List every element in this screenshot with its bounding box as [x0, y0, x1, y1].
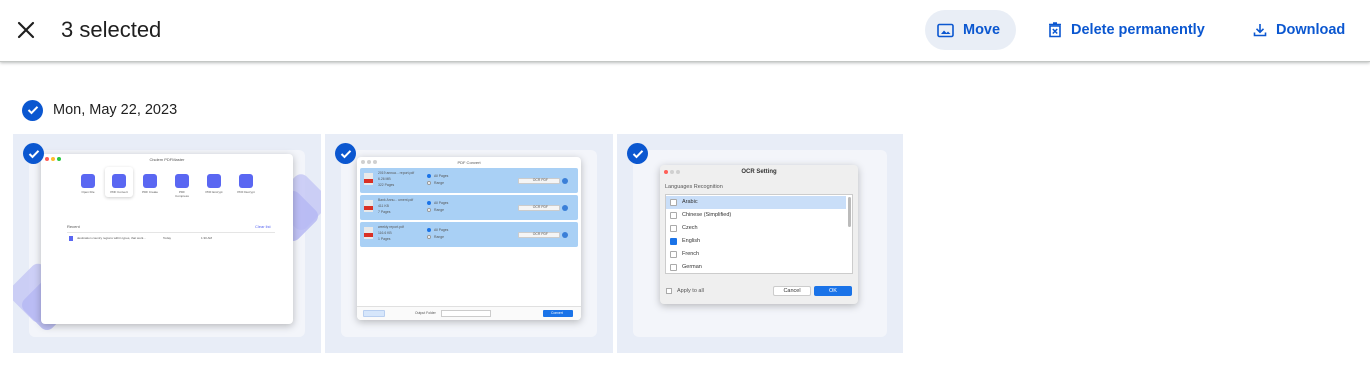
- checkmark-icon: [340, 149, 351, 158]
- thumbnail-backdrop: PDF Convert 2019 annua... report.pdf 6.2…: [341, 150, 597, 337]
- tool-label: PDF Compress: [175, 190, 189, 198]
- ok-button-label: OK: [814, 286, 852, 296]
- file-size: 411 KB: [378, 204, 389, 208]
- all-pages-label: All Pages: [434, 174, 449, 178]
- recent-date: Today: [163, 236, 172, 240]
- delete-permanently-label: Delete permanently: [1071, 22, 1205, 38]
- file-row: Bank Annu... ument.pdf 411 KB 7 Pages Al…: [360, 195, 578, 220]
- photo-thumbnail-2[interactable]: PDF Convert 2019 annua... report.pdf 6.2…: [325, 134, 613, 353]
- range-label: Range: [434, 235, 444, 239]
- file-pages: 7 Pages: [378, 210, 391, 214]
- thumbnail-backdrop: Cisdem PDFMaster Open File PDF Convert P…: [13, 150, 321, 337]
- selection-count: 3 selected: [61, 17, 162, 42]
- range-label: Range: [434, 181, 444, 185]
- download-label: Download: [1276, 22, 1346, 38]
- ocr-button-label: OCR PDF: [532, 205, 548, 209]
- range-label: Range: [434, 208, 444, 212]
- file-row: 2019 annua... report.pdf 6.26 MB 322 Pag…: [360, 168, 578, 193]
- tool-label: PDF Convert: [110, 190, 128, 194]
- file-pages: 322 Pages: [378, 183, 395, 187]
- date-group-header: Mon, May 22, 2023: [22, 99, 177, 121]
- photo-select-checkbox-3[interactable]: [627, 143, 648, 164]
- delete-forever-icon: [1049, 22, 1061, 38]
- file-row: weekly report.pdf 116.6 KB 1 Pages All P…: [360, 222, 578, 247]
- language-item: Arabic: [666, 196, 846, 209]
- photo-thumbnail-3[interactable]: OCR Setting Languages Recognition Arabic…: [617, 134, 903, 353]
- tool-label: PDF Create: [142, 190, 158, 194]
- download-icon: [1253, 24, 1267, 37]
- convert-button-label: Convert: [551, 311, 563, 315]
- all-pages-label: All Pages: [434, 201, 449, 205]
- language-item: English: [666, 235, 846, 248]
- tool-label: PDF Decrypt: [237, 190, 255, 194]
- photo-thumbnail-1[interactable]: Cisdem PDFMaster Open File PDF Convert P…: [13, 134, 321, 353]
- file-size: 6.26 MB: [378, 177, 391, 181]
- dialog-window: OCR Setting Languages Recognition Arabic…: [660, 165, 858, 304]
- language-item: German: [666, 261, 846, 274]
- clear-list-label: Clear list: [255, 224, 271, 229]
- recent-file: destination country regions within types…: [77, 236, 146, 240]
- download-button[interactable]: Download: [1241, 10, 1357, 50]
- photo-select-checkbox-2[interactable]: [335, 143, 356, 164]
- move-button[interactable]: Move: [925, 10, 1016, 50]
- app-window: PDF Convert 2019 annua... report.pdf 6.2…: [357, 157, 581, 320]
- date-group-checkbox[interactable]: [22, 99, 43, 121]
- checkmark-icon: [27, 106, 38, 115]
- file-pages: 1 Pages: [378, 237, 391, 241]
- file-name: weekly report.pdf: [378, 225, 404, 229]
- language-item: Czech: [666, 222, 846, 235]
- recent-label: Recent: [67, 224, 80, 229]
- language-list: Arabic Chinese (Simplified) Czech Englis…: [665, 194, 853, 274]
- section-label: Languages Recognition: [665, 184, 723, 190]
- close-selection-button[interactable]: [10, 14, 42, 46]
- ocr-button-label: OCR PDF: [532, 178, 548, 182]
- tool-label: PDF Encrypt: [205, 190, 223, 194]
- recent-time: 1:30 AM: [201, 236, 213, 240]
- file-size: 116.6 KB: [378, 231, 392, 235]
- selection-toolbar: 3 selected Move Delete permanently Downl…: [0, 0, 1370, 62]
- move-icon: [937, 23, 954, 37]
- app-window: Cisdem PDFMaster Open File PDF Convert P…: [41, 154, 293, 324]
- apply-to-all-label: Apply to all: [677, 288, 704, 294]
- ocr-button-label: OCR PDF: [532, 232, 548, 236]
- checkmark-icon: [28, 149, 39, 158]
- language-item: French: [666, 248, 846, 261]
- window-title: Cisdem PDFMaster: [149, 157, 185, 162]
- file-name: Bank Annu... ument.pdf: [378, 198, 414, 202]
- move-label: Move: [963, 22, 1001, 38]
- photo-select-checkbox-1[interactable]: [23, 143, 44, 164]
- date-label: Mon, May 22, 2023: [53, 102, 178, 118]
- close-icon: [17, 21, 35, 39]
- window-title: PDF Convert: [457, 160, 481, 165]
- thumbnail-backdrop: OCR Setting Languages Recognition Arabic…: [633, 150, 887, 337]
- dialog-title: OCR Setting: [741, 169, 777, 175]
- cancel-button-label: Cancel: [773, 286, 811, 296]
- output-folder-label: Output Folder: [415, 311, 436, 315]
- checkmark-icon: [632, 149, 643, 158]
- file-name: 2019 annua... report.pdf: [378, 171, 415, 175]
- language-item: Chinese (Simplified): [666, 209, 846, 222]
- tool-label: Open File: [81, 190, 95, 194]
- delete-permanently-button[interactable]: Delete permanently: [1036, 10, 1217, 50]
- all-pages-label: All Pages: [434, 228, 449, 232]
